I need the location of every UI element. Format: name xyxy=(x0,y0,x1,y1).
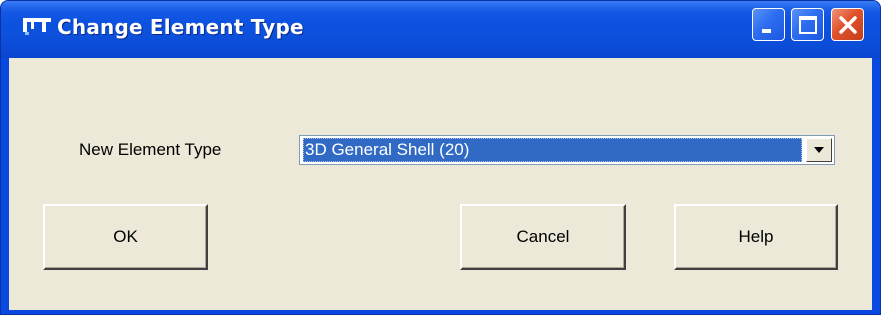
close-button[interactable] xyxy=(831,8,864,41)
help-button[interactable]: Help xyxy=(674,204,838,270)
minimize-icon xyxy=(762,29,771,33)
cancel-button[interactable]: Cancel xyxy=(460,204,626,270)
element-type-dropdown[interactable]: 3D General Shell (20) xyxy=(299,135,835,165)
element-type-value[interactable]: 3D General Shell (20) xyxy=(303,138,802,162)
dialog-body: New Element Type 3D General Shell (20) O… xyxy=(9,58,872,310)
ok-button[interactable]: OK xyxy=(43,204,208,270)
close-icon xyxy=(839,16,857,34)
window-title: Change Element Type xyxy=(57,15,304,39)
maximize-button[interactable] xyxy=(791,8,824,41)
minimize-button[interactable] xyxy=(752,8,785,41)
chevron-down-icon xyxy=(814,147,824,153)
maximize-icon xyxy=(799,16,817,34)
app-logo-icon xyxy=(23,18,51,35)
element-type-label: New Element Type xyxy=(79,140,222,159)
title-bar[interactable]: Change Element Type xyxy=(1,1,880,58)
dialog-window: Change Element Type New Element Type 3D … xyxy=(0,0,881,315)
dropdown-button[interactable] xyxy=(806,138,832,162)
